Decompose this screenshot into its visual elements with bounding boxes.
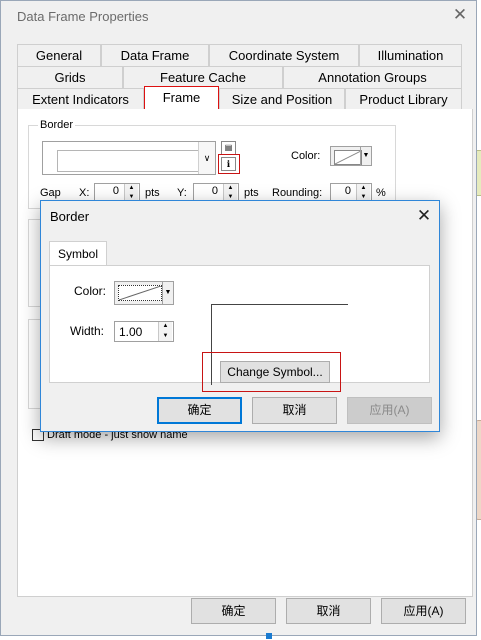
tab-coordinate-system[interactable]: Coordinate System <box>209 44 359 66</box>
tab-general[interactable]: General <box>17 44 101 66</box>
pts-label: pts <box>145 187 160 199</box>
border-style-preview <box>57 150 203 172</box>
rounding-value: 0 <box>344 185 351 197</box>
apply-button[interactable]: 应用(A) <box>381 598 466 624</box>
tab-size-and-position[interactable]: Size and Position <box>219 88 345 110</box>
border-group-label: Border <box>38 119 76 131</box>
no-color-swatch-icon <box>334 150 362 165</box>
gap-x-label: X: <box>79 187 90 199</box>
ok-button[interactable]: 确定 <box>157 397 242 424</box>
cancel-button[interactable]: 取消 <box>252 397 337 424</box>
info-button-highlight <box>218 154 240 174</box>
gap-y-label: Y: <box>177 187 187 199</box>
symbol-tab-panel: Color: ▼ Width: 1.00 ▲ ▼ Change Symbol... <box>49 265 430 392</box>
change-symbol-button[interactable]: Change Symbol... <box>220 361 330 383</box>
apply-button: 应用(A) <box>347 397 432 424</box>
chevron-down-icon[interactable]: ▼ <box>162 282 173 304</box>
resize-handle[interactable] <box>266 633 272 639</box>
border-color-picker[interactable]: ▼ <box>330 146 372 166</box>
ok-button[interactable]: 确定 <box>191 598 276 624</box>
properties-icon[interactable]: ▤ <box>221 141 236 155</box>
tab-annotation-groups[interactable]: Annotation Groups <box>283 66 462 88</box>
symbol-color-picker[interactable]: ▼ <box>114 281 174 305</box>
border-dialog: Border ✕ Symbol Color: ▼ Width: 1.00 ▲ ▼ … <box>40 200 440 432</box>
tab-grids[interactable]: Grids <box>17 66 123 88</box>
tab-data-frame[interactable]: Data Frame <box>101 44 209 66</box>
close-icon[interactable]: ✕ <box>450 5 470 25</box>
color-label: Color: <box>291 150 321 162</box>
symbol-color-label: Color: <box>74 284 107 298</box>
chevron-down-icon[interactable]: ∨ <box>198 142 215 174</box>
tab-product-library[interactable]: Product Library <box>345 88 462 110</box>
gap-x-value: 0 <box>112 185 119 197</box>
close-icon[interactable]: ✕ <box>413 205 435 227</box>
tab-illumination[interactable]: Illumination <box>359 44 462 66</box>
tab-symbol[interactable]: Symbol <box>49 241 107 265</box>
symbol-width-spinner[interactable]: 1.00 ▲ ▼ <box>114 321 174 342</box>
pts-label: pts <box>244 187 259 199</box>
cancel-button[interactable]: 取消 <box>286 598 371 624</box>
tab-frame[interactable]: Frame <box>144 86 219 110</box>
symbol-width-label: Width: <box>70 324 105 338</box>
chevron-down-icon[interactable]: ▼ <box>360 147 371 165</box>
rounding-label: Rounding: <box>272 187 323 199</box>
border-style-combo[interactable]: ∨ <box>42 141 216 175</box>
border-dialog-title: Border <box>50 209 90 224</box>
tab-extent-indicators[interactable]: Extent Indicators <box>17 88 144 110</box>
symbol-width-value: 1.00 <box>119 325 143 339</box>
tab-feature-cache[interactable]: Feature Cache <box>123 66 283 88</box>
gap-y-value: 0 <box>211 185 218 197</box>
no-color-swatch-icon <box>118 285 162 301</box>
dialog-title: Data Frame Properties <box>17 9 149 24</box>
spin-down-icon[interactable]: ▼ <box>159 331 172 341</box>
percent-label: % <box>376 187 386 199</box>
gap-label: Gap <box>40 187 61 199</box>
